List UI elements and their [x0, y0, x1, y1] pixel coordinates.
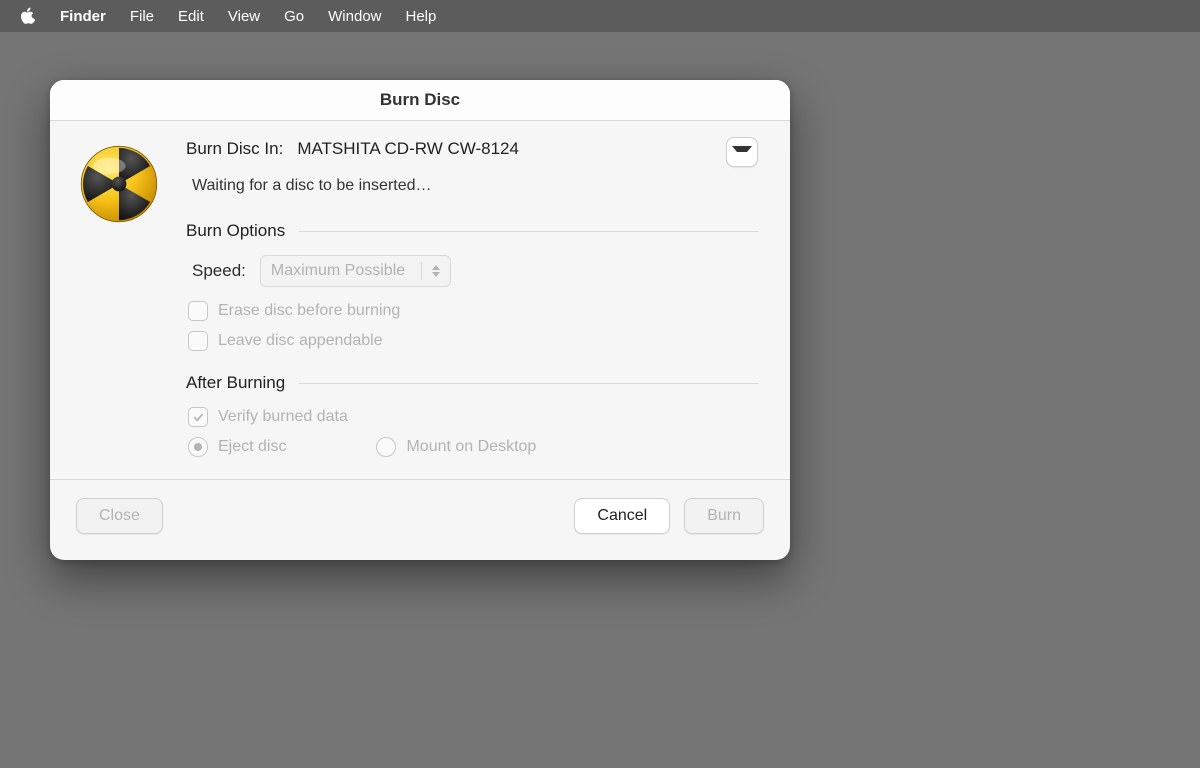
menu-go[interactable]: Go	[284, 8, 304, 25]
menubar: Finder File Edit View Go Window Help	[0, 0, 1200, 32]
check-icon	[193, 412, 204, 423]
erase-label: Erase disc before burning	[218, 302, 400, 320]
chevron-down-icon	[732, 146, 752, 158]
after-burning-heading: After Burning	[186, 373, 758, 393]
menu-file[interactable]: File	[130, 8, 154, 25]
burn-button-label: Burn	[707, 507, 741, 525]
speed-value: Maximum Possible	[271, 262, 405, 280]
verify-checkbox[interactable]	[188, 407, 208, 427]
speed-select[interactable]: Maximum Possible	[260, 255, 451, 287]
menu-help[interactable]: Help	[406, 8, 437, 25]
menubar-app[interactable]: Finder	[60, 8, 106, 25]
appendable-label: Leave disc appendable	[218, 332, 383, 350]
updown-icon	[432, 265, 440, 277]
close-button[interactable]: Close	[76, 498, 163, 534]
after-burning-heading-text: After Burning	[186, 373, 285, 393]
burn-button[interactable]: Burn	[684, 498, 764, 534]
mount-label: Mount on Desktop	[406, 438, 536, 456]
appendable-checkbox[interactable]	[188, 331, 208, 351]
dialog-titlebar: Burn Disc	[50, 80, 790, 121]
eject-radio[interactable]	[188, 437, 208, 457]
drive-value: MATSHITA CD-RW CW-8124	[297, 139, 519, 159]
drive-label: Burn Disc In:	[186, 139, 283, 159]
cancel-button-label: Cancel	[597, 507, 647, 525]
verify-label: Verify burned data	[218, 408, 348, 426]
erase-checkbox[interactable]	[188, 301, 208, 321]
status-text: Waiting for a disc to be inserted…	[192, 177, 758, 195]
mount-radio[interactable]	[376, 437, 396, 457]
menu-window[interactable]: Window	[328, 8, 381, 25]
speed-label: Speed:	[192, 261, 246, 281]
eject-label: Eject disc	[218, 438, 286, 456]
drive-select-button[interactable]	[726, 137, 758, 167]
burn-icon	[78, 143, 160, 225]
cancel-button[interactable]: Cancel	[574, 498, 670, 534]
close-button-label: Close	[99, 507, 140, 525]
menu-view[interactable]: View	[228, 8, 260, 25]
divider	[299, 383, 758, 384]
divider	[299, 231, 758, 232]
burn-disc-dialog: Burn Disc	[50, 80, 790, 560]
menu-edit[interactable]: Edit	[178, 8, 204, 25]
burn-options-heading: Burn Options	[186, 221, 758, 241]
dialog-title: Burn Disc	[380, 90, 460, 110]
burn-options-heading-text: Burn Options	[186, 221, 285, 241]
apple-menu-icon[interactable]	[20, 7, 36, 25]
